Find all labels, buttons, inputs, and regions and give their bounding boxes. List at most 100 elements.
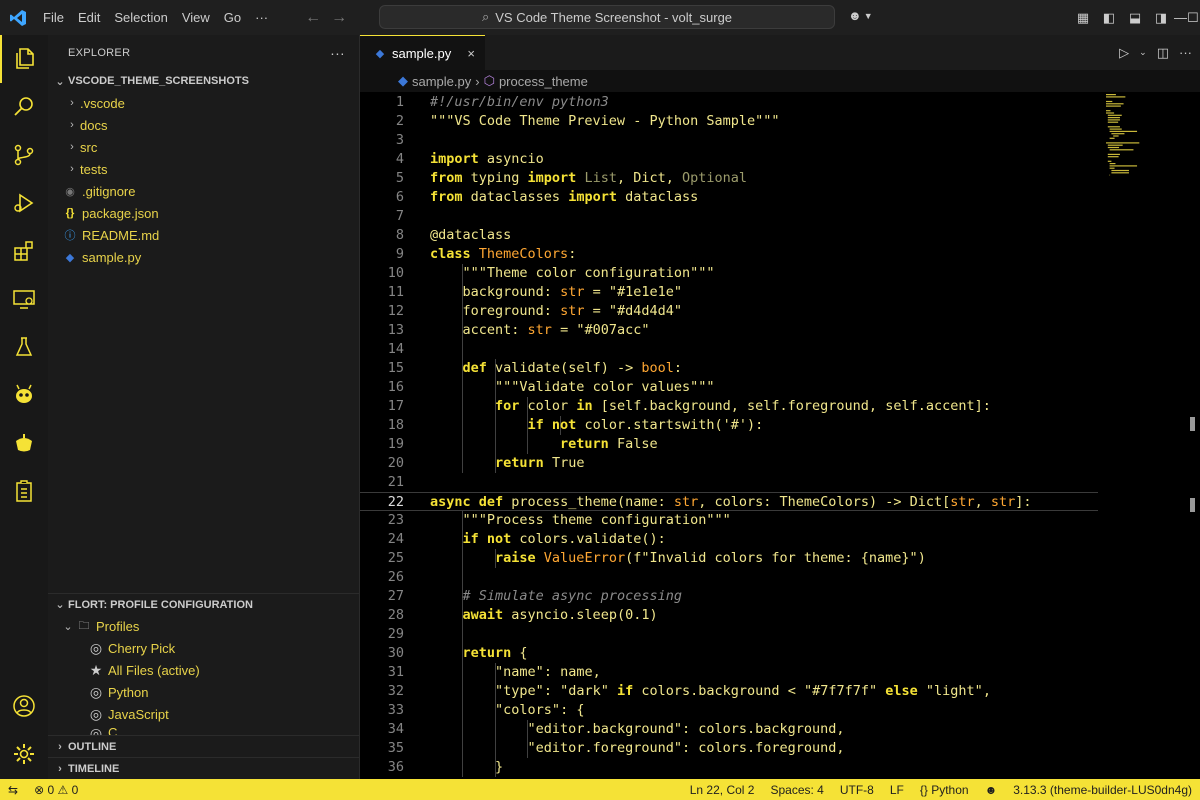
code-line[interactable]: 33 "colors": { [360, 701, 1200, 720]
code-line[interactable]: 29 [360, 625, 1200, 644]
more-actions-icon[interactable]: ··· [1179, 45, 1192, 60]
split-editor-icon[interactable]: ◫ [1157, 45, 1169, 61]
profile-item[interactable]: ◎ Python [48, 681, 359, 703]
code-line[interactable]: 32 "type": "dark" if colors.background <… [360, 682, 1200, 701]
clipboard-icon[interactable] [0, 467, 48, 515]
code-line[interactable]: 34 "editor.background": colors.backgroun… [360, 720, 1200, 739]
code-line[interactable]: 36 } [360, 758, 1200, 777]
copilot-status-icon[interactable]: ☻ [977, 783, 1006, 797]
code-line[interactable]: 13 accent: str = "#007acc" [360, 321, 1200, 340]
code-line[interactable]: 9 class ThemeColors: [360, 245, 1200, 264]
code-line[interactable]: 4 import asyncio [360, 150, 1200, 169]
menu-more[interactable]: ··· [248, 0, 275, 35]
close-tab-icon[interactable]: × [467, 46, 475, 61]
code-line[interactable]: 19 return False [360, 435, 1200, 454]
code-line[interactable]: 28 await asyncio.sleep(0.1) [360, 606, 1200, 625]
cursor-position[interactable]: Ln 22, Col 2 [682, 783, 763, 797]
breadcrumb-file[interactable]: sample.py [412, 74, 471, 89]
outline-section[interactable]: › OUTLINE [48, 735, 359, 757]
code-line[interactable]: 26 [360, 568, 1200, 587]
command-center-search[interactable]: ⌕ VS Code Theme Screenshot - volt_surge [379, 5, 835, 29]
profile-item[interactable]: ◎ Cherry Pick [48, 637, 359, 659]
menu-go[interactable]: Go [217, 0, 248, 35]
code-line[interactable]: 20 return True [360, 454, 1200, 473]
settings-gear-icon[interactable] [0, 730, 48, 778]
menu-view[interactable]: View [175, 0, 217, 35]
more-actions-icon[interactable]: ··· [330, 45, 345, 61]
code-line[interactable]: 12 foreground: str = "#d4d4d4" [360, 302, 1200, 321]
profiles-group[interactable]: ⌄ 🗀 Profiles [48, 615, 359, 637]
code-line[interactable]: 23 """Process theme configuration""" [360, 511, 1200, 530]
chevron-down-icon[interactable]: ⌄ [1139, 47, 1147, 58]
code-line[interactable]: 8 @dataclass [360, 226, 1200, 245]
menu-edit[interactable]: Edit [71, 0, 107, 35]
testing-icon[interactable] [0, 323, 48, 371]
encoding[interactable]: UTF-8 [832, 783, 882, 797]
code-line[interactable]: 21 [360, 473, 1200, 492]
code-line[interactable]: 14 [360, 340, 1200, 359]
search-icon[interactable] [0, 83, 48, 131]
code-line[interactable]: 16 """Validate color values""" [360, 378, 1200, 397]
profile-item[interactable]: ◎ JavaScript [48, 703, 359, 725]
toggle-secondary-sidebar-icon[interactable]: ◨ [1148, 10, 1174, 26]
problems-indicator[interactable]: ⊗ 0 ⚠ 0 [26, 783, 86, 797]
python-interpreter[interactable]: 3.13.3 (theme-builder-LUS0dn4g) [1005, 783, 1200, 797]
folder-tests[interactable]: › tests [48, 158, 359, 180]
minimize-icon[interactable]: — [1174, 10, 1187, 26]
explorer-icon[interactable] [0, 35, 48, 83]
code-line[interactable]: 31 "name": name, [360, 663, 1200, 682]
code-line[interactable]: 25 raise ValueError(f"Invalid colors for… [360, 549, 1200, 568]
code-line[interactable]: 30 return { [360, 644, 1200, 663]
breadcrumb-symbol[interactable]: process_theme [499, 74, 588, 89]
extensions-icon[interactable] [0, 227, 48, 275]
flort-extension-icon[interactable] [0, 419, 48, 467]
workspace-root[interactable]: ⌄ VSCODE_THEME_SCREENSHOTS [48, 70, 359, 92]
toggle-panel-icon[interactable]: ⬓ [1122, 10, 1148, 26]
toggle-sidebar-icon[interactable]: ◧ [1096, 10, 1122, 26]
remote-indicator-icon[interactable]: ⇆ [0, 783, 26, 797]
code-line[interactable]: 5 from typing import List, Dict, Optional [360, 169, 1200, 188]
forward-arrow-icon[interactable]: → [329, 9, 349, 27]
folder-docs[interactable]: › docs [48, 114, 359, 136]
profiles-section-header[interactable]: ⌄ FLORT: PROFILE CONFIGURATION [48, 593, 359, 615]
back-arrow-icon[interactable]: ← [303, 9, 323, 27]
code-line[interactable]: 35 "editor.foreground": colors.foregroun… [360, 739, 1200, 758]
folder-src[interactable]: › src [48, 136, 359, 158]
profile-item[interactable]: ◎ C [48, 725, 359, 735]
code-line[interactable]: 18 if not color.startswith('#'): [360, 416, 1200, 435]
code-line[interactable]: 7 [360, 207, 1200, 226]
remote-explorer-icon[interactable] [0, 275, 48, 323]
menu-selection[interactable]: Selection [107, 0, 174, 35]
folder-vscode[interactable]: › .vscode [48, 92, 359, 114]
code-line[interactable]: 22 async def process_theme(name: str, col… [360, 492, 1098, 511]
code-line[interactable]: 15 def validate(self) -> bool: [360, 359, 1200, 378]
file-gitignore[interactable]: ◉ .gitignore [48, 180, 359, 202]
menu-file[interactable]: File [36, 0, 71, 35]
code-line[interactable]: 10 """Theme color configuration""" [360, 264, 1200, 283]
code-line[interactable]: 1 #!/usr/bin/env python3 [360, 93, 1200, 112]
timeline-section[interactable]: › TIMELINE [48, 757, 359, 779]
scrollbar-thumb[interactable] [1190, 417, 1195, 431]
file-package-json[interactable]: {} package.json [48, 202, 359, 224]
maximize-icon[interactable]: ☐ [1187, 10, 1199, 26]
code-line[interactable]: 17 for color in [self.background, self.f… [360, 397, 1200, 416]
file-sample-py[interactable]: ◆ sample.py [48, 246, 359, 268]
code-line[interactable]: 27 # Simulate async processing [360, 587, 1200, 606]
profile-item[interactable]: ★ All Files (active) [48, 659, 359, 681]
indentation[interactable]: Spaces: 4 [762, 783, 831, 797]
language-mode[interactable]: {} Python [912, 783, 977, 797]
file-readme[interactable]: ⓘ README.md [48, 224, 359, 246]
run-python-icon[interactable]: ▷ [1119, 45, 1129, 61]
minimap[interactable] [1104, 92, 1152, 182]
code-line[interactable]: 3 [360, 131, 1200, 150]
source-control-icon[interactable] [0, 131, 48, 179]
run-debug-icon[interactable] [0, 179, 48, 227]
end-of-line[interactable]: LF [882, 783, 912, 797]
alien-extension-icon[interactable] [0, 371, 48, 419]
code-line[interactable]: 6 from dataclasses import dataclass [360, 188, 1200, 207]
accounts-icon[interactable] [0, 682, 48, 730]
code-line[interactable]: 2 """VS Code Theme Preview - Python Sampl… [360, 112, 1200, 131]
code-editor[interactable]: 1 #!/usr/bin/env python3 2 """VS Code Theme… [360, 92, 1200, 779]
copilot-button[interactable]: ☻ ▼ [848, 8, 873, 23]
code-line[interactable]: 11 background: str = "#1e1e1e" [360, 283, 1200, 302]
